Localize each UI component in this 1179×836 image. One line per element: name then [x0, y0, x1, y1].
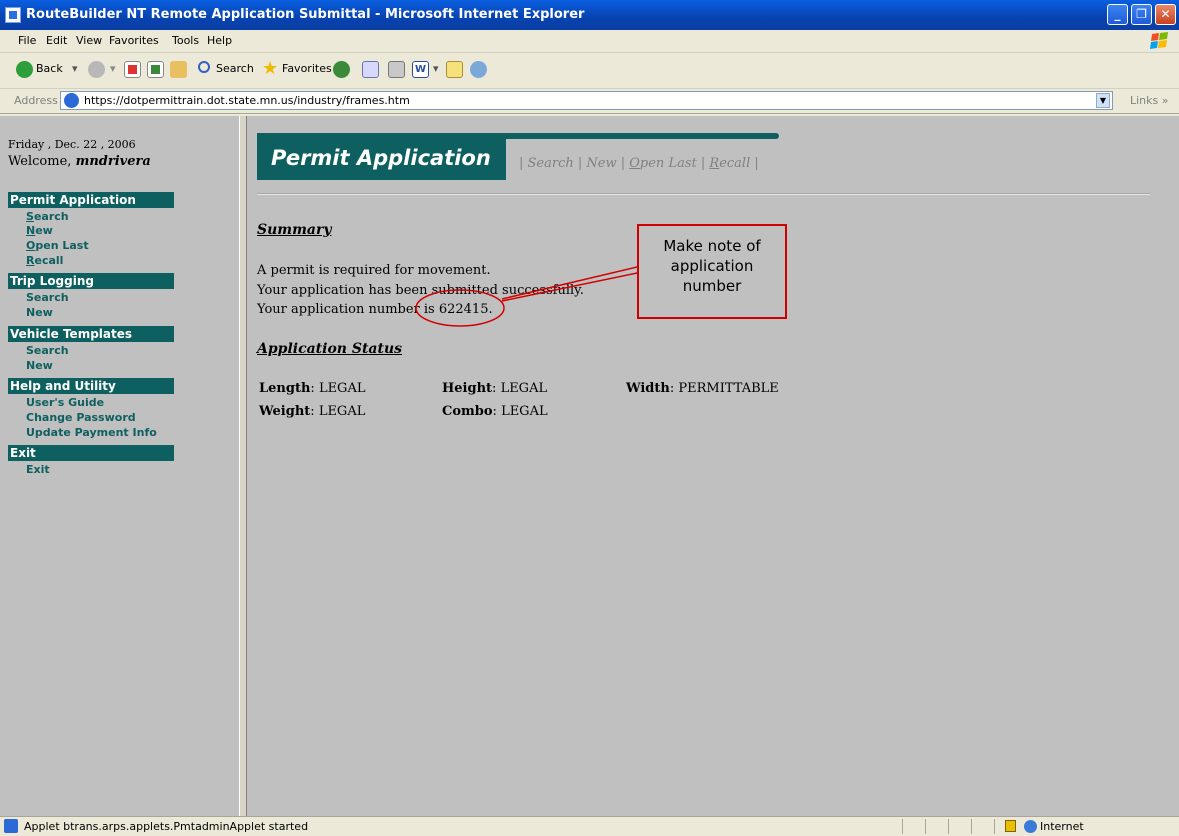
- status-weight: Weight: LEGAL: [259, 404, 366, 419]
- nav-permit-search[interactable]: Search: [26, 210, 69, 223]
- nav-vehicle-new[interactable]: New: [26, 359, 53, 372]
- nav-vehicle-search[interactable]: Search: [26, 344, 69, 357]
- status-text: Applet btrans.arps.applets.PmtadminApple…: [24, 820, 309, 833]
- annotation-callout-box: Make note of application number: [637, 224, 787, 319]
- nav-section-exit: Exit: [8, 445, 174, 461]
- mail-icon[interactable]: [362, 61, 379, 78]
- forward-dropdown-icon[interactable]: ▾: [110, 62, 116, 75]
- home-icon[interactable]: [170, 61, 187, 78]
- status-bar: Applet btrans.arps.applets.PmtadminApple…: [0, 816, 1179, 836]
- summary-line-2: Your application has been submitted succ…: [257, 283, 584, 298]
- menu-view[interactable]: View: [76, 34, 102, 47]
- menu-edit[interactable]: Edit: [46, 34, 67, 47]
- nav-trip-search[interactable]: Search: [26, 291, 69, 304]
- menu-file[interactable]: File: [18, 34, 36, 47]
- current-date: Friday , Dec. 22 , 2006: [8, 138, 136, 151]
- nav-users-guide[interactable]: User's Guide: [26, 396, 104, 409]
- menu-tools[interactable]: Tools: [172, 34, 199, 47]
- nav-update-payment-info[interactable]: Update Payment Info: [26, 426, 157, 439]
- lock-icon: [1005, 820, 1016, 832]
- search-button[interactable]: Search: [216, 62, 254, 75]
- globe-icon: [1024, 820, 1037, 833]
- topnav-new[interactable]: New: [586, 156, 616, 171]
- window-title: RouteBuilder NT Remote Application Submi…: [26, 7, 585, 22]
- top-navigation: | Search | New | Open Last | Recall |: [519, 156, 759, 171]
- history-icon[interactable]: [333, 61, 350, 78]
- menu-help[interactable]: Help: [207, 34, 232, 47]
- menu-favorites[interactable]: Favorites: [109, 34, 159, 47]
- application-number-line: Your application number is 622415.: [257, 302, 493, 317]
- nav-permit-open-last[interactable]: Open Last: [26, 239, 89, 252]
- status-combo: Combo: LEGAL: [442, 404, 548, 419]
- username: mndrivera: [75, 154, 151, 169]
- windows-logo-icon: [1150, 32, 1168, 49]
- welcome-message: Welcome, mndrivera: [8, 154, 151, 169]
- favorites-button[interactable]: Favorites: [282, 62, 332, 75]
- summary-line-1: A permit is required for movement.: [257, 263, 491, 278]
- application-status-heading: Application Status: [257, 341, 403, 357]
- page-status-icon: [4, 819, 18, 833]
- edit-word-icon[interactable]: W: [412, 61, 429, 78]
- nav-section-permit-application: Permit Application: [8, 192, 174, 208]
- ie-page-icon: [64, 93, 79, 108]
- favorites-star-icon[interactable]: ★: [262, 58, 278, 79]
- window-title-bar[interactable]: RouteBuilder NT Remote Application Submi…: [0, 0, 1179, 30]
- close-button[interactable]: ✕: [1155, 4, 1176, 25]
- restore-button[interactable]: ❐: [1131, 4, 1152, 25]
- frame-splitter[interactable]: [239, 116, 247, 816]
- minimize-button[interactable]: _: [1107, 4, 1128, 25]
- print-icon[interactable]: [388, 61, 405, 78]
- stop-icon[interactable]: [124, 61, 141, 78]
- address-label: Address: [14, 94, 58, 107]
- forward-arrow-icon[interactable]: [88, 61, 105, 78]
- discuss-icon[interactable]: [446, 61, 463, 78]
- address-dropdown-icon[interactable]: ▼: [1096, 93, 1110, 108]
- toolbar: Back ▾ ▾ Search ★ Favorites W ▾: [0, 53, 1179, 89]
- status-width: Width: PERMITTABLE: [626, 381, 779, 396]
- header-divider: [257, 193, 1150, 195]
- security-zone: Internet: [1040, 820, 1084, 833]
- nav-trip-new[interactable]: New: [26, 306, 53, 319]
- topnav-recall[interactable]: Recall: [709, 156, 750, 171]
- main-content-frame: Permit Application | Search | New | Open…: [247, 116, 1179, 816]
- nav-exit[interactable]: Exit: [26, 463, 50, 476]
- nav-change-password[interactable]: Change Password: [26, 411, 136, 424]
- status-height: Height: LEGAL: [442, 381, 548, 396]
- nav-permit-recall[interactable]: Recall: [26, 254, 63, 267]
- summary-heading: Summary: [257, 222, 332, 238]
- topnav-search[interactable]: Search: [528, 156, 574, 171]
- menu-bar: File Edit View Favorites Tools Help: [0, 30, 1179, 53]
- messenger-icon[interactable]: [470, 61, 487, 78]
- address-bar: Address https://dotpermittrain.dot.state…: [0, 89, 1179, 114]
- refresh-icon[interactable]: [147, 61, 164, 78]
- back-dropdown-icon[interactable]: ▾: [72, 62, 78, 75]
- edit-dropdown-icon[interactable]: ▾: [433, 62, 439, 75]
- nav-section-trip-logging: Trip Logging: [8, 273, 174, 289]
- ie-page-icon: [5, 7, 21, 23]
- nav-section-vehicle-templates: Vehicle Templates: [8, 326, 174, 342]
- back-button[interactable]: Back: [36, 62, 63, 75]
- page-banner: Permit Application: [257, 136, 506, 180]
- links-toolbar[interactable]: Links »: [1130, 94, 1169, 107]
- topnav-open-last[interactable]: Open Last: [629, 156, 696, 171]
- left-navigation-frame: Friday , Dec. 22 , 2006 Welcome, mndrive…: [0, 116, 239, 816]
- status-length: Length: LEGAL: [259, 381, 366, 396]
- back-arrow-icon[interactable]: [16, 61, 33, 78]
- search-icon[interactable]: [198, 61, 210, 73]
- address-url[interactable]: https://dotpermittrain.dot.state.mn.us/i…: [84, 94, 410, 107]
- nav-permit-new[interactable]: New: [26, 224, 53, 237]
- address-input[interactable]: https://dotpermittrain.dot.state.mn.us/i…: [60, 91, 1113, 110]
- nav-section-help-utility: Help and Utility: [8, 378, 174, 394]
